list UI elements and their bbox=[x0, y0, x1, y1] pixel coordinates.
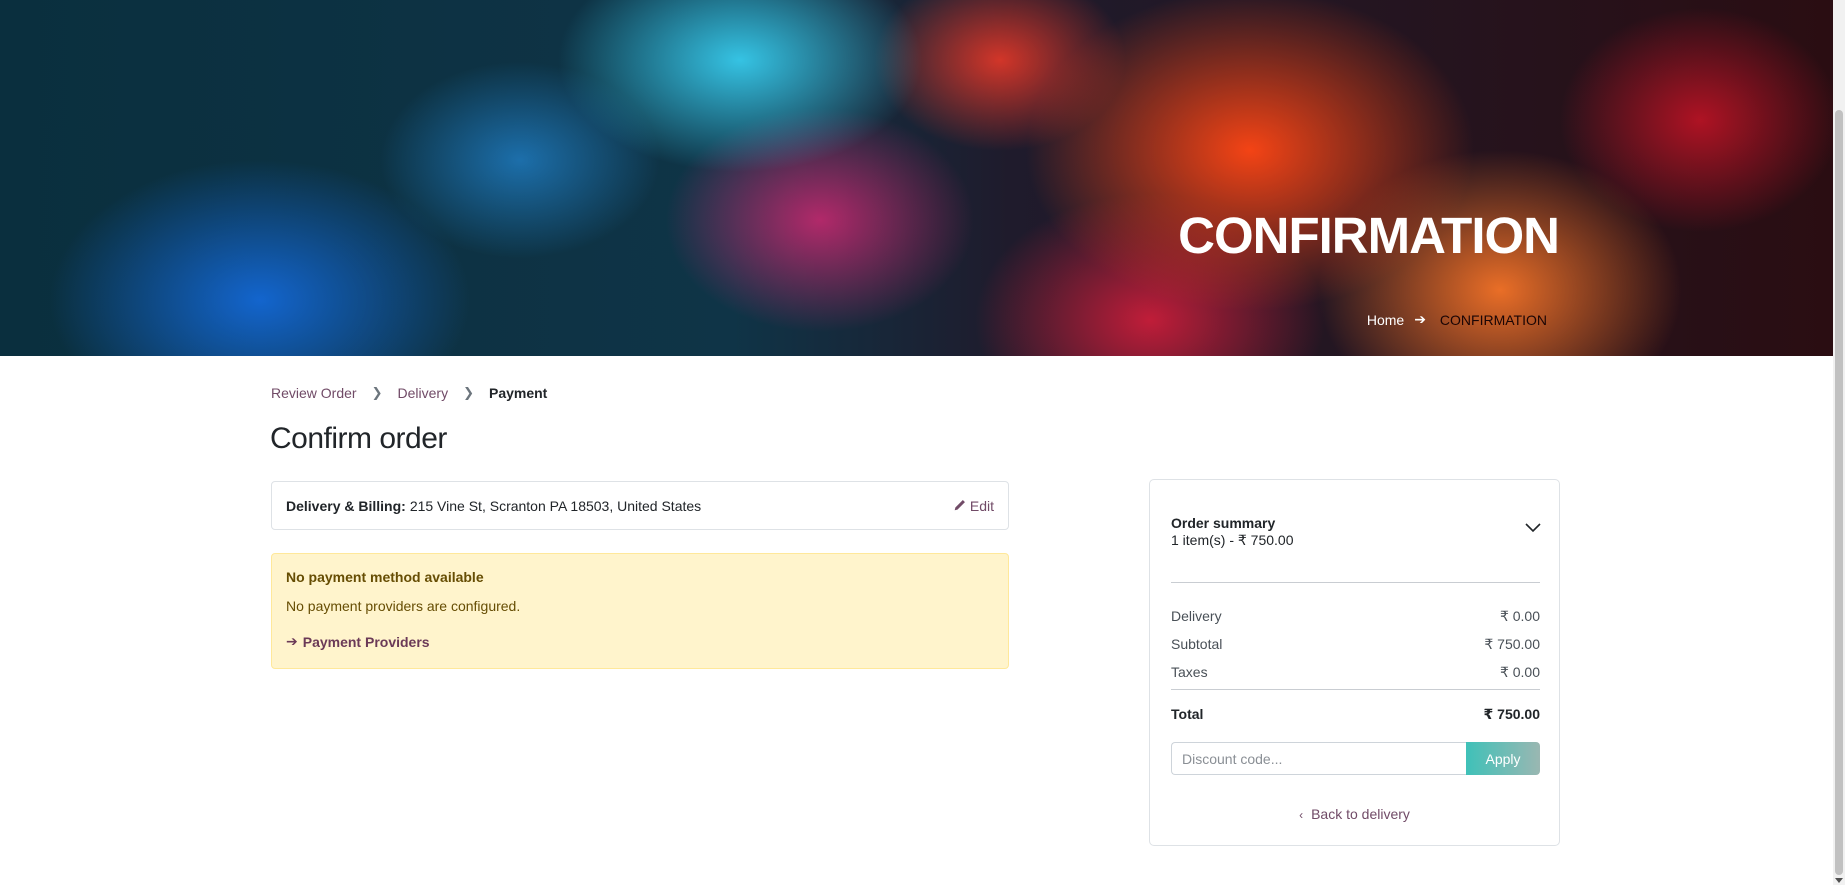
row-value: ₹ 0.00 bbox=[1499, 608, 1540, 624]
row-value: ₹ 750.00 bbox=[1484, 636, 1540, 652]
scrollbar-thumb[interactable] bbox=[1835, 110, 1843, 875]
total-value: ₹ 750.00 bbox=[1483, 706, 1540, 722]
edit-address-button[interactable]: Edit bbox=[953, 498, 994, 514]
address-value: 215 Vine St, Scranton PA 18503, United S… bbox=[409, 497, 702, 514]
divider bbox=[1171, 582, 1540, 583]
apply-discount-button[interactable]: Apply bbox=[1466, 742, 1540, 775]
back-to-delivery-link[interactable]: ‹ Back to delivery bbox=[1150, 806, 1559, 822]
checkout-steps: Review Order ❯ Delivery ❯ Payment bbox=[271, 385, 547, 401]
discount-code-input[interactable] bbox=[1171, 742, 1466, 775]
total-label: Total bbox=[1171, 706, 1204, 722]
divider bbox=[1171, 689, 1540, 690]
scroll-down-icon[interactable] bbox=[1835, 878, 1843, 883]
step-review-order[interactable]: Review Order bbox=[271, 385, 357, 401]
row-label: Taxes bbox=[1171, 664, 1208, 680]
hero-breadcrumb-home[interactable]: Home bbox=[1367, 312, 1404, 328]
order-summary-card: Order summary 1 item(s) - ₹ 750.00 Deliv… bbox=[1149, 479, 1560, 846]
order-summary-title: Order summary bbox=[1171, 515, 1276, 531]
page-scrollbar[interactable] bbox=[1833, 0, 1845, 885]
discount-form: Apply bbox=[1171, 742, 1540, 775]
chevron-right-icon: ❯ bbox=[371, 385, 383, 400]
summary-row-subtotal: Subtotal ₹ 750.00 bbox=[1171, 636, 1540, 653]
chevron-right-icon: ❯ bbox=[463, 385, 474, 400]
page-title: Confirm order bbox=[270, 422, 447, 455]
pencil-icon bbox=[954, 500, 965, 511]
row-label: Subtotal bbox=[1171, 636, 1223, 652]
no-payment-alert: No payment method available No payment p… bbox=[271, 553, 1009, 669]
step-delivery[interactable]: Delivery bbox=[398, 385, 449, 401]
order-summary-toggle[interactable]: Order summary 1 item(s) - ₹ 750.00 bbox=[1171, 515, 1541, 549]
chevron-down-icon bbox=[1525, 523, 1541, 533]
order-summary-items: 1 item(s) - ₹ 750.00 bbox=[1171, 532, 1294, 548]
arrow-right-icon: ➔ bbox=[1414, 311, 1426, 327]
summary-row-taxes: Taxes ₹ 0.00 bbox=[1171, 664, 1540, 681]
hero-breadcrumb-current: CONFIRMATION bbox=[1439, 311, 1547, 328]
step-payment: Payment bbox=[488, 385, 548, 401]
payment-providers-link[interactable]: ➔ Payment Providers bbox=[286, 633, 994, 650]
address-card: Delivery & Billing: 215 Vine St, Scranto… bbox=[271, 481, 1009, 530]
hero-title: CONFIRMATION bbox=[1178, 207, 1560, 264]
alert-description: No payment providers are configured. bbox=[286, 598, 521, 614]
row-label: Delivery bbox=[1171, 608, 1222, 624]
alert-title: No payment method available bbox=[286, 569, 484, 585]
back-label: Back to delivery bbox=[1311, 806, 1410, 822]
edit-label: Edit bbox=[969, 497, 994, 514]
hero-banner: CONFIRMATION Home ➔ CONFIRMATION bbox=[0, 0, 1833, 356]
arrow-right-icon: ➔ bbox=[286, 633, 298, 649]
hero-breadcrumb: Home ➔ CONFIRMATION bbox=[1367, 311, 1547, 328]
address-label: Delivery & Billing: bbox=[286, 497, 406, 514]
chevron-left-icon: ‹ bbox=[1299, 808, 1304, 822]
summary-row-total: Total ₹ 750.00 bbox=[1171, 706, 1540, 723]
summary-row-delivery: Delivery ₹ 0.00 bbox=[1171, 608, 1540, 625]
row-value: ₹ 0.00 bbox=[1499, 664, 1540, 680]
payment-providers-label: Payment Providers bbox=[302, 633, 430, 650]
